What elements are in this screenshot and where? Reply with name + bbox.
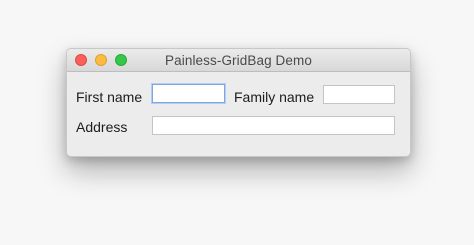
first-name-label: First name — [76, 89, 143, 105]
address-input[interactable] — [152, 116, 395, 135]
address-label: Address — [76, 119, 128, 135]
window-title: Painless-GridBag Demo — [165, 53, 312, 68]
desktop-background: Painless-GridBag Demo First name Family … — [0, 0, 474, 245]
title-bar[interactable]: Painless-GridBag Demo — [67, 49, 410, 72]
family-name-label: Family name — [234, 89, 315, 105]
first-name-input[interactable] — [152, 84, 225, 103]
family-name-input[interactable] — [323, 85, 395, 104]
app-window: Painless-GridBag Demo First name Family … — [66, 48, 411, 157]
